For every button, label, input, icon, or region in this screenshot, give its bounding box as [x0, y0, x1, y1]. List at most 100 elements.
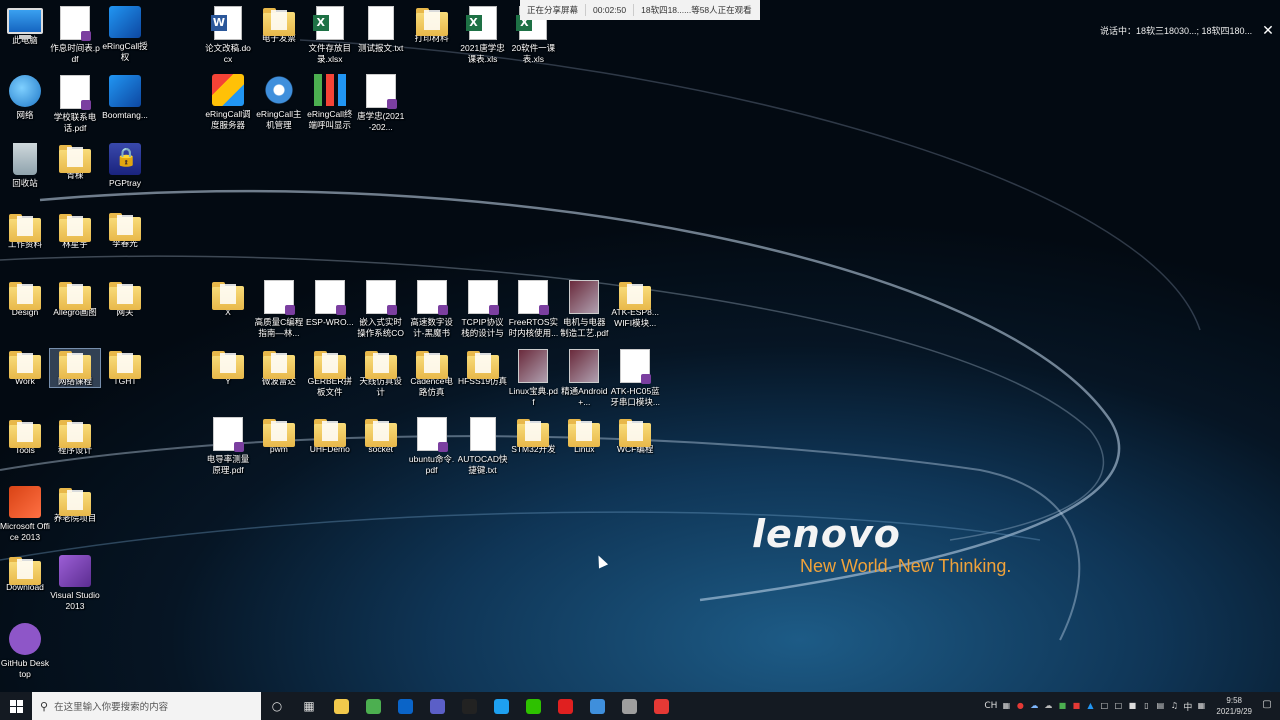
desktop-icon[interactable]: Visual Studio 2013: [50, 554, 100, 612]
screen-share-bar[interactable]: 正在分享屏幕 00:02:50 18软四18......等58人正在观看: [520, 0, 760, 20]
print-icon[interactable]: □: [1113, 701, 1123, 711]
desktop-icon[interactable]: 回收站: [0, 143, 50, 189]
taskbar-app-outlook[interactable]: [389, 692, 421, 720]
desktop-icon[interactable]: Microsoft Office 2013: [0, 486, 50, 543]
desktop-icon[interactable]: 林星宇: [50, 212, 100, 250]
ime-mode[interactable]: CH: [984, 701, 997, 711]
taskbar-app-app-gray[interactable]: [613, 692, 645, 720]
taskbar-app-chrome[interactable]: [357, 692, 389, 720]
desktop-icon[interactable]: 测试报文.txt: [356, 6, 406, 54]
desktop-icon[interactable]: 电机与电器制造工艺.pdf: [559, 280, 609, 339]
desktop-icon[interactable]: eRingCall调度服务器: [203, 74, 253, 131]
desktop-icon[interactable]: 精通Android+...: [559, 349, 609, 408]
ime-icon[interactable]: ▦: [1196, 701, 1206, 711]
desktop-icon[interactable]: 2021唐学忠课表.xls: [458, 6, 508, 65]
onedrive-icon[interactable]: ☁: [1043, 701, 1053, 711]
pdf-icon: [518, 280, 550, 315]
taskbar-search-box[interactable]: ⚲ 在这里输入你要搜索的内容: [32, 692, 261, 720]
desktop-icon[interactable]: GERBER拼板文件: [305, 349, 355, 398]
desktop-icon[interactable]: 工作资料: [0, 212, 50, 250]
lock-tray-icon[interactable]: ■: [1127, 701, 1137, 711]
volume-icon[interactable]: ♫: [1169, 701, 1179, 711]
desktop-icon[interactable]: Tools: [0, 418, 50, 456]
desktop-icon[interactable]: Linux: [559, 417, 609, 455]
cortana-button[interactable]: ○: [261, 692, 293, 720]
bluetooth-icon[interactable]: ▲: [1085, 701, 1095, 711]
desktop-icon[interactable]: Boomtang...: [100, 74, 150, 121]
desktop-icon[interactable]: GitHub Desktop: [0, 623, 50, 680]
taskbar-app-browser[interactable]: [485, 692, 517, 720]
desktop-icon[interactable]: 网络: [0, 74, 50, 121]
taskbar-app-netease-music[interactable]: [549, 692, 581, 720]
desktop-icon[interactable]: ubuntu命令.pdf: [407, 417, 457, 476]
desktop-icon[interactable]: 网络课程: [49, 348, 101, 388]
taskbar-app-teams[interactable]: [421, 692, 453, 720]
desktop-icon[interactable]: 唐学忠(2021-202...: [356, 74, 406, 133]
desktop-icon[interactable]: X: [203, 280, 253, 318]
desktop-icon[interactable]: eRingCall授权: [100, 6, 150, 63]
desktop-icon[interactable]: PGPtray: [100, 143, 150, 189]
desktop-icon[interactable]: 网关: [100, 280, 150, 318]
desktop-icon[interactable]: 文件存放目录.xlsx: [305, 6, 355, 65]
desktop-icon[interactable]: pwm: [254, 417, 304, 455]
start-button[interactable]: [0, 692, 32, 720]
notification-icon[interactable]: ▢: [1260, 699, 1274, 711]
clock[interactable]: 9:58 2021/9/29: [1216, 695, 1252, 717]
desktop-icon[interactable]: eRingCall主机管理: [254, 74, 304, 131]
taskbar-app-qq[interactable]: [453, 692, 485, 720]
security-icon[interactable]: ■: [1071, 701, 1081, 711]
desktop-icon[interactable]: eRingCall终端呼叫显示: [305, 74, 355, 131]
desktop-icon[interactable]: 嵌入式实时操作系统COS...: [356, 280, 406, 339]
desktop-icon[interactable]: ATK-HC05蓝牙串口模块...: [610, 349, 660, 408]
desktop-icon[interactable]: Cadence电路仿真: [407, 349, 457, 398]
desktop-icon[interactable]: TCPIP协议栈的设计与实...: [458, 280, 508, 339]
desktop-icon[interactable]: TGHT: [100, 349, 150, 387]
desktop-icon[interactable]: 程序设计: [50, 418, 100, 456]
desktop-icon[interactable]: ESP-WRO...: [305, 280, 355, 328]
desktop-icon[interactable]: socket: [356, 417, 406, 455]
chart-icon: [313, 74, 346, 106]
taskbar-app-file-explorer[interactable]: [325, 692, 357, 720]
close-icon[interactable]: ✕: [1262, 22, 1274, 39]
keyboard-icon[interactable]: ▦: [1001, 701, 1011, 711]
copy-icon[interactable]: □: [1099, 701, 1109, 711]
desktop-icon[interactable]: STM32开发: [508, 417, 558, 455]
desktop-icon[interactable]: 天线仿真设计: [356, 349, 406, 398]
battery-icon[interactable]: ▯: [1141, 701, 1151, 711]
input-language[interactable]: 中: [1183, 700, 1192, 713]
desktop-icon[interactable]: Work: [0, 349, 50, 387]
taskbar-app-app-red[interactable]: [645, 692, 677, 720]
desktop-icon[interactable]: 李春光: [100, 211, 150, 249]
record-icon[interactable]: ●: [1015, 701, 1025, 711]
desktop-icon[interactable]: Linux宝典.pdf: [508, 349, 558, 408]
desktop-icon[interactable]: 高质量C编程指南—林...: [254, 280, 304, 339]
desktop-icon[interactable]: 作息时间表.pdf: [50, 6, 100, 65]
task-view-button[interactable]: ▦: [293, 692, 325, 720]
desktop-icon[interactable]: ATK-ESP8...WIFI模块...: [610, 280, 660, 329]
green-app-icon[interactable]: ■: [1057, 701, 1067, 711]
desktop-icon[interactable]: 电子发票: [254, 6, 304, 44]
desktop-icon[interactable]: 电导率测量原理.pdf: [203, 417, 253, 476]
taskbar-app-wechat[interactable]: [517, 692, 549, 720]
desktop-icon[interactable]: 青稞: [50, 143, 100, 181]
taskbar-app-app-blue[interactable]: [581, 692, 613, 720]
desktop-icon[interactable]: FreeRTOS实时内核使用...: [508, 280, 558, 339]
desktop-icon[interactable]: 学校联系电话.pdf: [50, 74, 100, 134]
desktop-icon[interactable]: HFSS19仿真: [458, 349, 508, 387]
desktop-icon[interactable]: WCF编程: [610, 417, 660, 455]
desktop-icon[interactable]: AUTOCAD快捷键.txt: [458, 417, 508, 476]
desktop-icon[interactable]: Allegro画图: [50, 280, 100, 318]
cloud-icon[interactable]: ☁: [1029, 701, 1039, 711]
desktop-icon[interactable]: 微波雷达: [254, 349, 304, 387]
desktop-icon[interactable]: 论文改稿.docx: [203, 6, 253, 65]
desktop-icon[interactable]: 打印材料: [407, 6, 457, 44]
desktop-icon[interactable]: 养老院项目: [50, 486, 100, 524]
desktop-icon[interactable]: Design: [0, 280, 50, 318]
desktop-icon[interactable]: Download: [0, 555, 50, 593]
desktop-icon[interactable]: UHFDemo: [305, 417, 355, 455]
desktop-icon[interactable]: 高速数字设计-黑魔书（...: [407, 280, 457, 339]
desktop-icon[interactable]: Y: [203, 349, 253, 387]
network-tray-icon[interactable]: ▤: [1155, 701, 1165, 711]
desktop-icon[interactable]: 此电脑: [0, 6, 50, 46]
desktop-icon-label: 文件存放目录.xlsx: [308, 43, 352, 64]
